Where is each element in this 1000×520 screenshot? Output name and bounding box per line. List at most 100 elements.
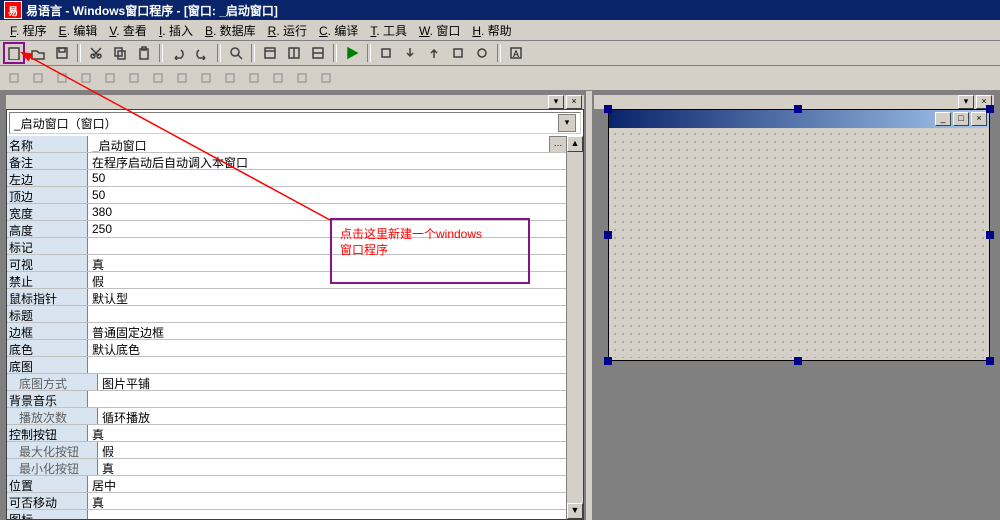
property-row[interactable]: 顶边50 <box>7 187 567 204</box>
tool-t9-button[interactable] <box>219 67 241 89</box>
resize-handle[interactable] <box>794 357 802 365</box>
menu-item[interactable]: B. 数据库 <box>199 20 262 41</box>
out-button[interactable] <box>423 42 445 64</box>
resize-handle[interactable] <box>604 231 612 239</box>
new-button[interactable] <box>3 42 25 64</box>
cut-button[interactable] <box>85 42 107 64</box>
menu-item[interactable]: V. 查看 <box>103 20 153 41</box>
property-value[interactable]: 50 <box>88 170 567 186</box>
pane-menu-button[interactable]: ▾ <box>548 95 564 109</box>
tool-t4-button[interactable] <box>99 67 121 89</box>
resize-handle[interactable] <box>794 105 802 113</box>
tool-t10-button[interactable] <box>243 67 265 89</box>
scroll-up-button[interactable]: ▲ <box>567 136 583 152</box>
property-value[interactable] <box>88 357 567 373</box>
property-scrollbar[interactable]: ▲ ▼ <box>566 136 583 519</box>
open-button[interactable] <box>27 42 49 64</box>
property-value[interactable] <box>88 510 567 519</box>
design-surface[interactable]: _ □ × <box>594 109 994 520</box>
tool-t8-button[interactable] <box>195 67 217 89</box>
win1-button[interactable] <box>259 42 281 64</box>
menu-item[interactable]: T. 工具 <box>364 20 413 41</box>
save-button[interactable] <box>51 42 73 64</box>
tool-t5-button[interactable] <box>123 67 145 89</box>
form-minimize-button[interactable]: _ <box>935 112 951 126</box>
property-row[interactable]: 最小化按钮真 <box>7 459 567 476</box>
tool-t6-button[interactable] <box>147 67 169 89</box>
property-value[interactable]: 循环播放 <box>98 408 567 424</box>
copy-button[interactable] <box>109 42 131 64</box>
property-value[interactable]: 假 <box>98 442 567 458</box>
property-value[interactable] <box>88 306 567 322</box>
property-row[interactable]: 图标 <box>7 510 567 519</box>
property-row[interactable]: 最大化按钮假 <box>7 442 567 459</box>
property-value[interactable]: 真 <box>88 425 567 441</box>
tool-t7-button[interactable] <box>171 67 193 89</box>
property-row[interactable]: 底图 <box>7 357 567 374</box>
property-value[interactable]: 真 <box>98 459 567 475</box>
property-row[interactable]: 左边50 <box>7 170 567 187</box>
property-value[interactable]: 真 <box>88 493 567 509</box>
object-selector-dropdown-icon[interactable]: ▾ <box>558 114 576 132</box>
resize-handle[interactable] <box>604 105 612 113</box>
form-maximize-button[interactable]: □ <box>953 112 969 126</box>
menu-item[interactable]: C. 编译 <box>313 20 364 41</box>
help-button[interactable]: A <box>505 42 527 64</box>
property-row[interactable]: 底图方式图片平铺 <box>7 374 567 391</box>
menu-item[interactable]: I. 插入 <box>153 20 199 41</box>
scroll-down-button[interactable]: ▼ <box>567 503 583 519</box>
undo-button[interactable] <box>167 42 189 64</box>
stop-button[interactable] <box>447 42 469 64</box>
win2-button[interactable] <box>283 42 305 64</box>
tool-t2-button[interactable] <box>51 67 73 89</box>
property-value[interactable] <box>88 391 567 407</box>
property-value[interactable]: 默认底色 <box>88 340 567 356</box>
design-form[interactable]: _ □ × <box>608 109 990 361</box>
tool-t13-button[interactable] <box>315 67 337 89</box>
property-value[interactable]: 普通固定边框 <box>88 323 567 339</box>
menu-item[interactable]: F. 程序 <box>4 20 53 41</box>
property-row[interactable]: 可否移动真 <box>7 493 567 510</box>
property-row[interactable]: 名称_启动窗口… <box>7 136 567 153</box>
menu-item[interactable]: E. 编辑 <box>53 20 104 41</box>
property-row[interactable]: 位置居中 <box>7 476 567 493</box>
tool-t12-button[interactable] <box>291 67 313 89</box>
resize-handle[interactable] <box>604 357 612 365</box>
into-button[interactable] <box>399 42 421 64</box>
property-row[interactable]: 控制按钮真 <box>7 425 567 442</box>
property-value[interactable]: _启动窗口… <box>88 136 567 152</box>
splitter[interactable] <box>586 91 592 520</box>
property-ellipsis-button[interactable]: … <box>549 136 567 152</box>
step-button[interactable] <box>375 42 397 64</box>
object-selector[interactable]: _启动窗口（窗口） ▾ <box>9 112 581 134</box>
resize-handle[interactable] <box>986 105 994 113</box>
win3-button[interactable] <box>307 42 329 64</box>
break-button[interactable] <box>471 42 493 64</box>
menu-item[interactable]: W. 窗口 <box>413 20 466 41</box>
find-button[interactable] <box>225 42 247 64</box>
property-value[interactable]: 图片平铺 <box>98 374 567 390</box>
property-row[interactable]: 背景音乐 <box>7 391 567 408</box>
tool-t11-button[interactable] <box>267 67 289 89</box>
designer-menu-button[interactable]: ▾ <box>958 95 974 109</box>
property-row[interactable]: 边框普通固定边框 <box>7 323 567 340</box>
property-value[interactable]: 50 <box>88 187 567 203</box>
run-button[interactable] <box>341 42 363 64</box>
property-row[interactable]: 备注在程序启动后自动调入本窗口 <box>7 153 567 170</box>
property-row[interactable]: 标题 <box>7 306 567 323</box>
resize-handle[interactable] <box>986 357 994 365</box>
property-value[interactable]: 默认型 <box>88 289 567 305</box>
property-row[interactable]: 鼠标指针默认型 <box>7 289 567 306</box>
property-row[interactable]: 底色默认底色 <box>7 340 567 357</box>
tool-t0-button[interactable] <box>3 67 25 89</box>
form-close-button[interactable]: × <box>971 112 987 126</box>
menu-item[interactable]: H. 帮助 <box>466 20 517 41</box>
pane-close-button[interactable]: × <box>566 95 582 109</box>
menu-item[interactable]: R. 运行 <box>262 20 313 41</box>
tool-t3-button[interactable] <box>75 67 97 89</box>
redo-button[interactable] <box>191 42 213 64</box>
property-row[interactable]: 播放次数循环播放 <box>7 408 567 425</box>
form-client-area[interactable] <box>611 130 987 358</box>
paste-button[interactable] <box>133 42 155 64</box>
property-value[interactable]: 在程序启动后自动调入本窗口 <box>88 153 567 169</box>
